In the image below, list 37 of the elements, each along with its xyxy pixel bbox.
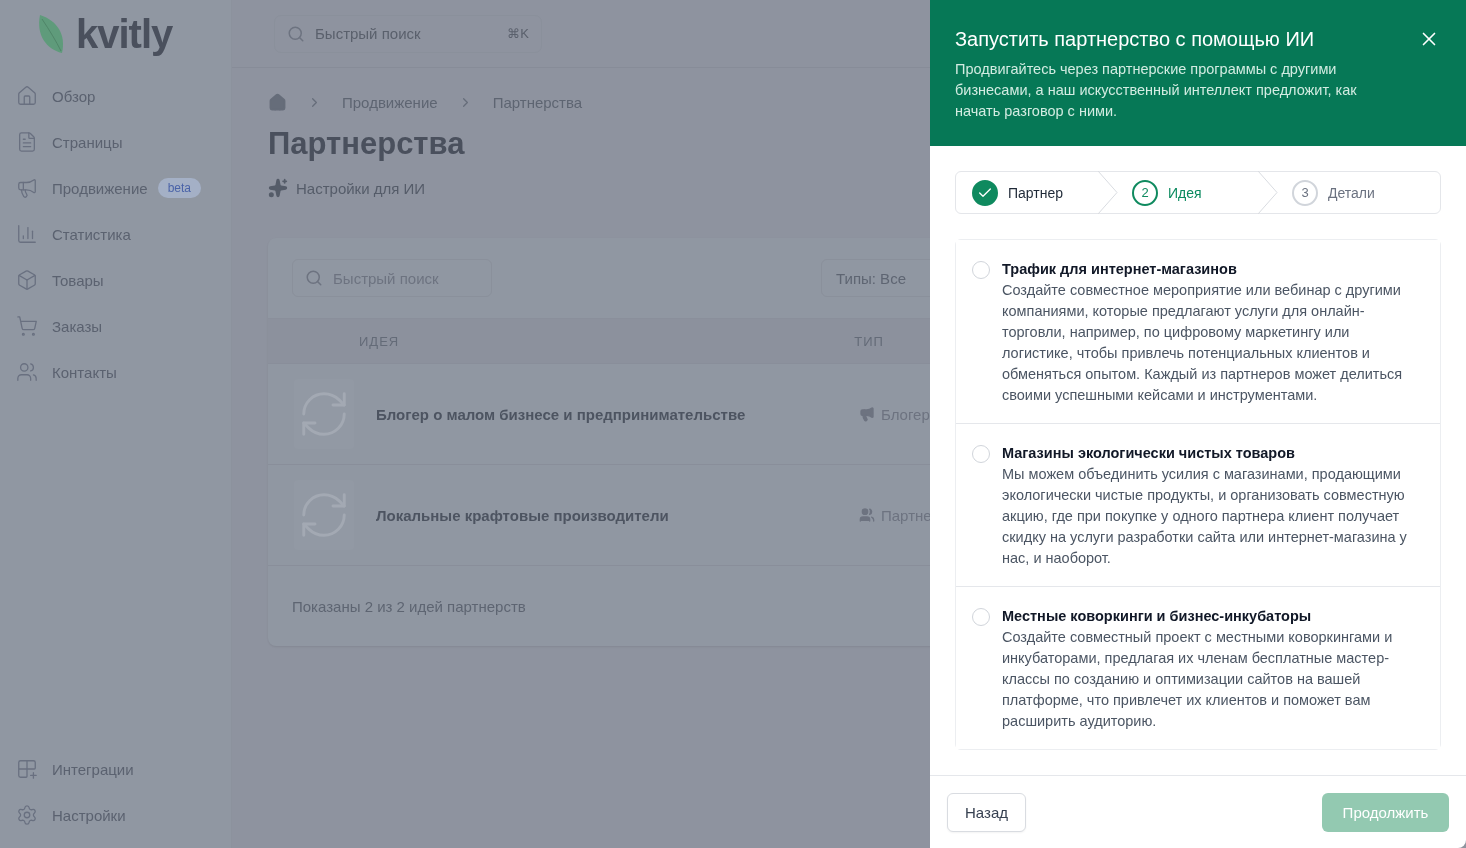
step[interactable]: 3 Детали — [1276, 172, 1436, 213]
option-title: Трафик для интернет-магазинов — [1002, 260, 1238, 279]
check-icon — [972, 179, 998, 206]
option-description: Мы можем объединить усилия с магазинами, продающими экологически чистые продукты, и организовать совместную акцию, где при покупке у одного партнера клиент получает скидку на услуги разработки сайта или интернет-магазина у нас, и наоборот. — [1002, 465, 1408, 568]
option-title: Магазины экологически чистых товаров — [1002, 444, 1296, 463]
idea-name: Блогер о малом бизнесе и предпринимательстве — [376, 405, 747, 423]
home-icon — [16, 85, 38, 107]
search-icon — [287, 24, 305, 43]
box-icon — [16, 269, 38, 291]
page-title: Партнерства — [268, 126, 466, 162]
ai-settings-link[interactable]: Настройки для ИИ — [268, 178, 930, 198]
sparkles-icon — [268, 178, 288, 198]
beta-badge: beta — [157, 178, 201, 198]
search-icon — [305, 269, 323, 287]
drawer-title: Запустить партнерство с помощью ИИ — [955, 27, 1316, 51]
idea-name: Локальные крафтовые производители — [376, 506, 670, 524]
logo: kvitly — [76, 11, 173, 57]
step[interactable]: 2 Идея — [1116, 172, 1276, 213]
step[interactable]: Партнер — [956, 172, 1116, 213]
bar-chart-icon — [16, 223, 38, 245]
step-number: 3 — [1292, 179, 1318, 206]
leaf-icon — [36, 13, 66, 55]
megaphone-icon — [859, 406, 875, 422]
idea-option[interactable] — [956, 240, 1440, 424]
settings-icon — [16, 804, 38, 826]
drawer-description: Продвигайтесь через партнерские программы с другими бизнесами, а наш искусственный интеллект предложит, как начать разговор с ними. — [955, 60, 1358, 121]
cart-icon — [16, 315, 38, 337]
document-icon — [16, 131, 38, 153]
step-number: 2 — [1132, 179, 1158, 206]
option-description: Создайте совместное мероприятие или вебинар с другими компаниями, которые предлагают услуги для онлайн-торговли, например, по цифровому маркетингу или логистике, чтобы привлечь потенциальных клиентов и обменяться опытом. Каждый из партнеров может делиться своими успешными кейсами и инструментами. — [1002, 281, 1404, 405]
grid-plus-icon — [16, 758, 38, 780]
megaphone-icon — [16, 177, 38, 199]
option-title: Местные коворкинги и бизнес-инкубаторы — [1002, 607, 1313, 626]
users-icon — [859, 507, 875, 523]
option-description: Создайте совместный проект с местными коворкингами и инкубаторами, предлагая их членам бесплатные мастер-классы по созданию и оптимизации сайтов на вашей платформе, что привлечет их клиентов и поможет вам расширить аудиторию. — [1002, 628, 1394, 731]
back-button[interactable]: Назад — [947, 792, 1026, 832]
users-icon — [16, 361, 38, 383]
